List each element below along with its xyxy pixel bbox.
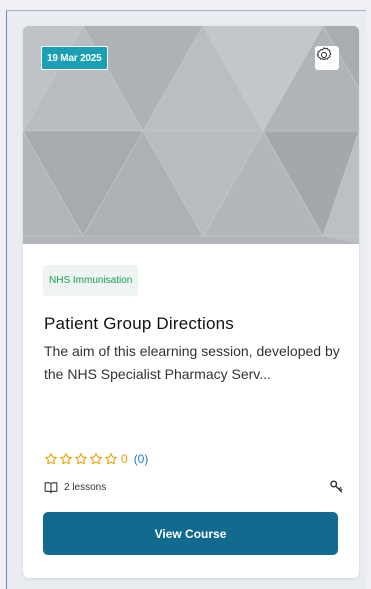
star-outline-icon (90, 453, 102, 465)
star-outline-icon (60, 453, 72, 465)
category-tag[interactable]: NHS Immunisation (43, 265, 139, 296)
star-outline-icon (45, 453, 57, 465)
rating-count-link[interactable]: (0) (134, 452, 149, 466)
rating: 0 (0) (44, 450, 148, 468)
course-card[interactable]: 19 Mar 2025 NHS Immunisation Patient Gro… (23, 26, 359, 578)
date-badge: 19 Mar 2025 (41, 46, 108, 70)
gear-icon (316, 47, 332, 61)
course-description: The aim of this elearning session, devel… (44, 343, 340, 382)
lessons-info: 2 lessons (44, 481, 106, 494)
star-outline-icon (105, 453, 117, 465)
course-card-body: NHS Immunisation Patient Group Direction… (23, 244, 359, 578)
view-course-button[interactable]: View Course (43, 512, 338, 555)
lessons-count: 2 lessons (64, 482, 107, 493)
book-icon (44, 482, 58, 494)
key-icon (330, 480, 343, 493)
star-rating (44, 452, 119, 466)
rating-value: 0 (121, 452, 128, 466)
star-outline-icon (75, 453, 87, 465)
settings-button[interactable] (315, 46, 339, 70)
course-thumbnail[interactable]: 19 Mar 2025 (23, 26, 359, 244)
course-title[interactable]: Patient Group Directions (44, 314, 234, 334)
